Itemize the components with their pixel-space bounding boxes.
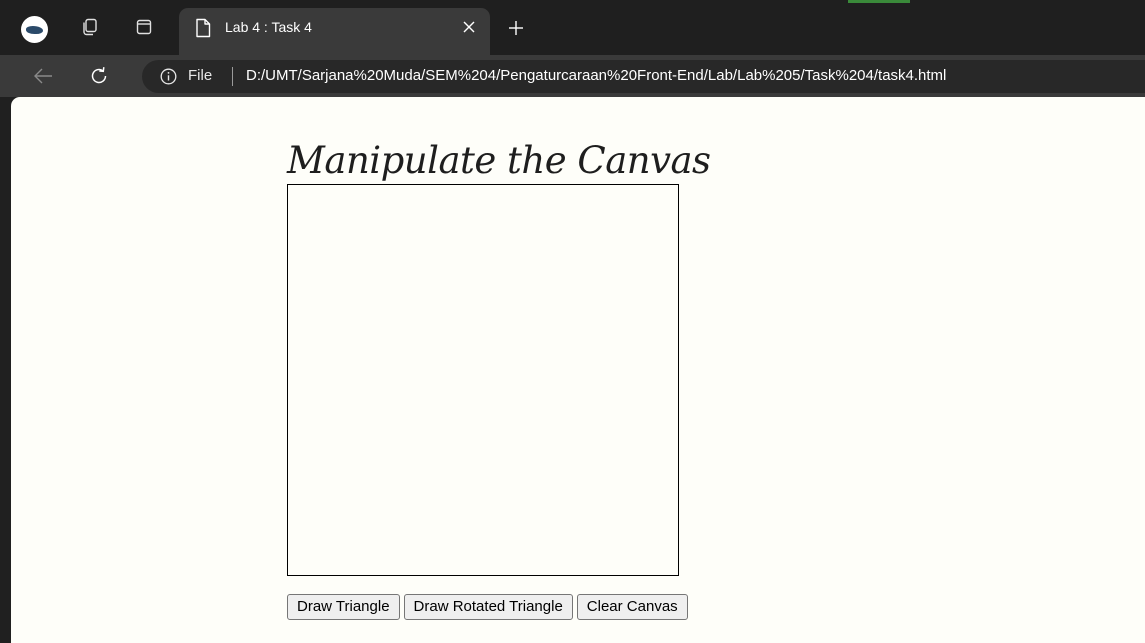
profile-avatar-icon[interactable] [21,16,48,43]
drawing-canvas[interactable] [287,184,679,576]
tab-active[interactable]: Lab 4 : Task 4 [179,8,490,55]
reload-icon[interactable] [86,63,112,89]
scheme-label: File [188,67,213,84]
window-accent-bar [848,0,910,3]
document-icon [195,18,211,38]
address-bar[interactable]: File D:/UMT/Sarjana%20Muda/SEM%204/Penga… [142,60,1145,93]
page-viewport: Manipulate the Canvas Draw Triangle Draw… [11,97,1145,643]
page-title: Manipulate the Canvas [287,139,711,182]
tab-actions-icon[interactable] [133,16,155,38]
button-row: Draw Triangle Draw Rotated Triangle Clea… [287,594,688,620]
back-arrow-icon[interactable] [30,63,56,89]
clear-canvas-button[interactable]: Clear Canvas [576,594,688,620]
info-icon[interactable] [160,68,177,85]
address-divider [232,67,233,86]
draw-rotated-triangle-button[interactable]: Draw Rotated Triangle [403,594,573,620]
plus-icon[interactable] [505,17,527,39]
collections-icon[interactable] [79,16,101,38]
close-icon[interactable] [460,18,478,36]
url-text[interactable]: D:/UMT/Sarjana%20Muda/SEM%204/Pengaturca… [246,67,946,84]
draw-triangle-button[interactable]: Draw Triangle [287,594,400,620]
tab-title: Lab 4 : Task 4 [225,19,312,35]
browser-toolbar: File D:/UMT/Sarjana%20Muda/SEM%204/Penga… [0,55,1145,97]
browser-window: Lab 4 : Task 4 File D:/UMT/Sarjana%20Mud… [0,0,1145,643]
tab-strip: Lab 4 : Task 4 [0,0,1145,55]
